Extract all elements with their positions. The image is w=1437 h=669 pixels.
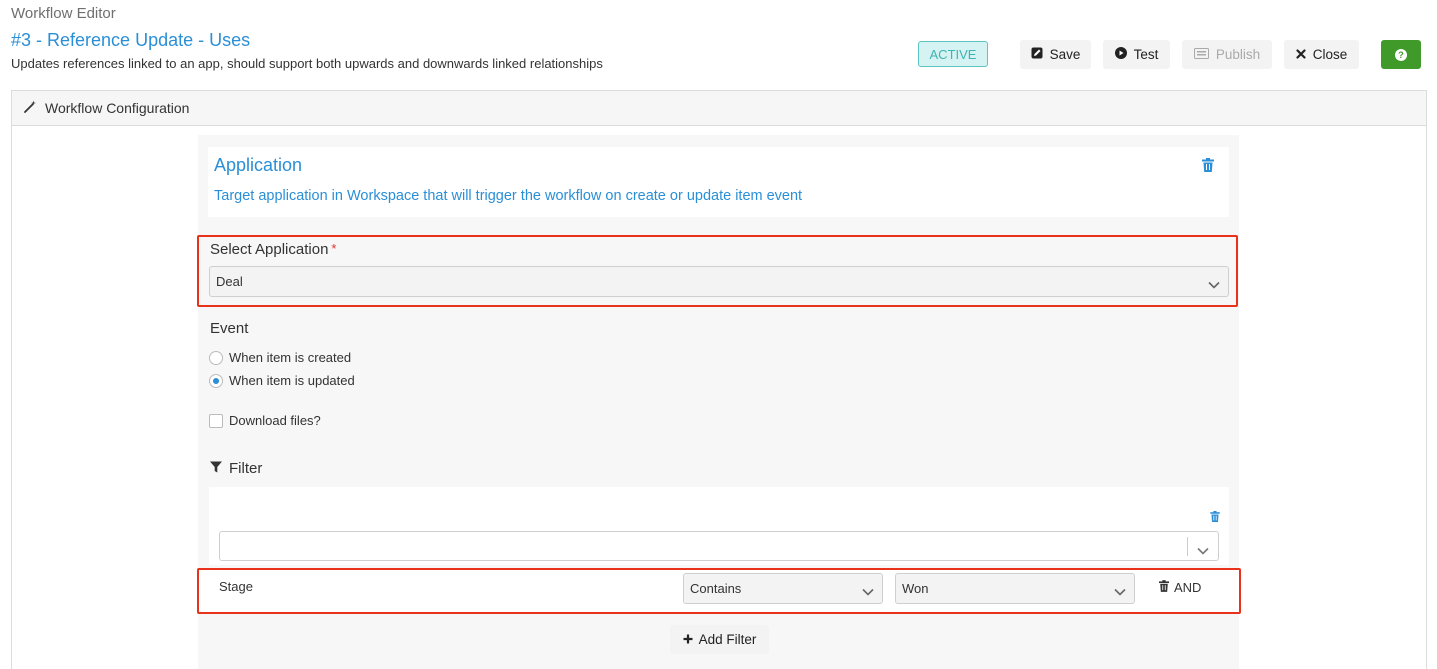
test-label: Test	[1133, 47, 1159, 62]
application-card-title: Application	[214, 155, 303, 175]
test-button[interactable]: Test	[1103, 40, 1170, 69]
select-separator	[1187, 537, 1188, 556]
workflow-title[interactable]: #3 - Reference Update - Uses	[11, 30, 250, 51]
edit-icon	[1031, 47, 1043, 62]
close-icon	[1296, 47, 1306, 62]
magic-wand-icon	[24, 100, 37, 116]
trash-icon[interactable]	[1210, 509, 1220, 527]
radio-button[interactable]	[209, 350, 223, 365]
workflow-description: Updates references linked to an app, sho…	[11, 56, 603, 71]
radio-option-updated[interactable]: When item is updated	[209, 373, 355, 388]
filter-label: Filter	[229, 460, 263, 477]
play-circle-icon	[1114, 47, 1127, 62]
download-files-checkbox[interactable]	[209, 413, 223, 428]
publish-icon	[1193, 47, 1209, 62]
application-card-description: Target application in Workspace that wil…	[214, 188, 803, 204]
save-label: Save	[1049, 47, 1081, 62]
status-badge: ACTIVE	[918, 41, 988, 67]
save-button[interactable]: Save	[1020, 40, 1091, 69]
editor-label: Workflow Editor	[11, 5, 116, 22]
radio-option-created[interactable]: When item is created	[209, 350, 351, 365]
add-filter-button[interactable]: Add Filter	[670, 625, 769, 654]
filter-section-label: Filter	[210, 460, 262, 477]
panel-header: Workflow Configuration	[12, 91, 1426, 126]
application-card: Application Target application in Worksp…	[208, 147, 1229, 217]
question-circle-icon: ?	[1395, 48, 1407, 61]
event-label: Event	[210, 320, 249, 337]
chevron-down-icon	[1197, 542, 1209, 560]
radio-label: When item is created	[229, 350, 352, 365]
publish-button[interactable]: Publish	[1182, 40, 1272, 69]
trash-icon[interactable]	[1202, 158, 1214, 177]
close-button[interactable]: Close	[1284, 40, 1359, 69]
panel-header-label: Workflow Configuration	[45, 100, 190, 116]
publish-label: Publish	[1215, 47, 1261, 62]
close-label: Close	[1312, 47, 1348, 62]
filter-icon	[210, 460, 222, 477]
radio-button-selected[interactable]	[209, 373, 223, 388]
download-files-checkbox-row[interactable]: Download files?	[209, 413, 321, 428]
download-files-label: Download files?	[229, 413, 321, 428]
radio-label: When item is updated	[229, 373, 355, 388]
plus-icon	[683, 632, 693, 647]
filter-condition-highlight	[197, 568, 1241, 614]
select-application-highlight	[197, 235, 1238, 307]
add-filter-label: Add Filter	[698, 632, 757, 647]
filter-field-select[interactable]	[219, 531, 1219, 561]
radio-dot	[213, 377, 219, 384]
help-button[interactable]: ?	[1381, 40, 1421, 69]
